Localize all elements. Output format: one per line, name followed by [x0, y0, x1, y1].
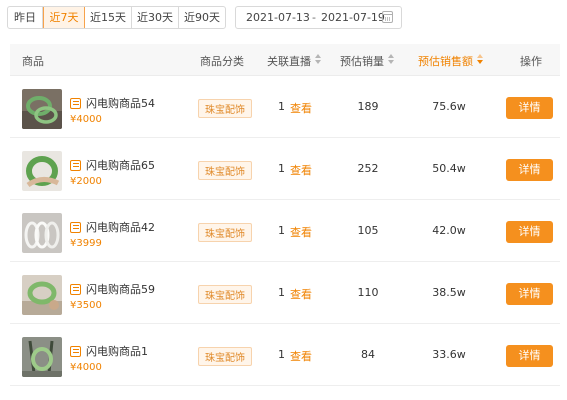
range-15days-button[interactable]: 近15天	[85, 7, 132, 28]
product-name[interactable]: 闪电购商品42	[86, 219, 155, 235]
estimated-sales: 252	[357, 162, 379, 175]
header-category: 商品分类	[200, 55, 244, 68]
estimated-sales: 84	[361, 348, 375, 361]
product-table: 商品 商品分类 关联直播 预估销量 预估销售额 操作 闪电购商品54 ¥4000…	[10, 44, 560, 400]
estimated-sales: 105	[357, 224, 379, 237]
date-range-segmented: 昨日 近7天 近15天 近30天 近90天	[7, 6, 226, 29]
estimated-gmv: 42.0w	[432, 224, 466, 237]
store-icon	[70, 97, 81, 109]
detail-button[interactable]: 详情	[506, 345, 553, 367]
live-count: 1	[278, 100, 285, 113]
table-row: 闪电购商品42 ¥3999 珠宝配饰 1 查看 105 42.0w 详情	[10, 200, 560, 262]
product-name[interactable]: 闪电购商品65	[86, 157, 155, 173]
store-icon	[70, 345, 81, 357]
view-live-link[interactable]: 查看	[290, 348, 312, 364]
product-name[interactable]: 闪电购商品1	[86, 343, 148, 359]
product-name-line: 闪电购商品65	[70, 157, 155, 173]
table-row: 闪电购商品1 ¥4000 珠宝配饰 1 查看 84 33.6w 详情	[10, 324, 560, 386]
view-live-link[interactable]: 查看	[290, 224, 312, 240]
live-count: 1	[278, 224, 285, 237]
estimated-gmv: 38.5w	[432, 286, 466, 299]
product-price: ¥3999	[70, 238, 102, 249]
category-tag: 珠宝配饰	[198, 161, 252, 180]
product-price: ¥4000	[70, 362, 102, 373]
estimated-gmv: 33.6w	[432, 348, 466, 361]
detail-button[interactable]: 详情	[506, 283, 553, 305]
estimated-gmv: 50.4w	[432, 162, 466, 175]
view-live-link[interactable]: 查看	[290, 286, 312, 302]
toolbar: 昨日 近7天 近15天 近30天 近90天 2021-07-13 - 2021-…	[0, 0, 567, 40]
product-name-line: 闪电购商品1	[70, 343, 148, 359]
estimated-sales: 189	[357, 100, 379, 113]
header-live[interactable]: 关联直播	[267, 53, 321, 69]
product-name-line: 闪电购商品59	[70, 281, 155, 297]
range-yesterday-button[interactable]: 昨日	[8, 7, 43, 28]
header-sales[interactable]: 预估销量	[340, 53, 394, 69]
table-row: 闪电购商品65 ¥2000 珠宝配饰 1 查看 252 50.4w 详情	[10, 138, 560, 200]
product-thumbnail[interactable]	[22, 213, 62, 253]
date-range-picker[interactable]: 2021-07-13 - 2021-07-19	[235, 6, 402, 29]
product-thumbnail[interactable]	[22, 396, 62, 400]
date-start: 2021-07-13	[246, 11, 310, 24]
product-thumbnail[interactable]	[22, 151, 62, 191]
table-header: 商品 商品分类 关联直播 预估销量 预估销售额 操作	[10, 44, 560, 76]
calendar-icon	[382, 11, 393, 23]
header-product: 商品	[22, 55, 44, 68]
product-thumbnail[interactable]	[22, 337, 62, 377]
view-live-link[interactable]: 查看	[290, 162, 312, 178]
date-separator: -	[312, 11, 316, 24]
detail-button[interactable]: 详情	[506, 221, 553, 243]
estimated-gmv: 75.6w	[432, 100, 466, 113]
detail-button[interactable]: 详情	[506, 97, 553, 119]
category-tag: 珠宝配饰	[198, 99, 252, 118]
range-30days-button[interactable]: 近30天	[132, 7, 179, 28]
product-name-line: 闪电购商品42	[70, 219, 155, 235]
product-name-line: 闪电购商品54	[70, 95, 155, 111]
category-tag: 珠宝配饰	[198, 347, 252, 366]
product-name[interactable]: 闪电购商品54	[86, 95, 155, 111]
table-row: 闪电购商品59 ¥3500 珠宝配饰 1 查看 110 38.5w 详情	[10, 262, 560, 324]
header-gmv[interactable]: 预估销售额	[418, 53, 483, 69]
header-action: 操作	[520, 55, 542, 68]
detail-button[interactable]: 详情	[506, 159, 553, 181]
product-price: ¥4000	[70, 114, 102, 125]
table-row: 闪电购商品54 ¥4000 珠宝配饰 1 查看 189 75.6w 详情	[10, 76, 560, 138]
store-icon	[70, 159, 81, 171]
product-name[interactable]: 闪电购商品59	[86, 281, 155, 297]
store-icon	[70, 283, 81, 295]
range-90days-button[interactable]: 近90天	[179, 7, 225, 28]
live-count: 1	[278, 162, 285, 175]
table-row-partial	[10, 386, 560, 400]
live-count: 1	[278, 286, 285, 299]
category-tag: 珠宝配饰	[198, 285, 252, 304]
estimated-sales: 110	[357, 286, 379, 299]
product-thumbnail[interactable]	[22, 275, 62, 315]
store-icon	[70, 221, 81, 233]
range-7days-button[interactable]: 近7天	[43, 7, 85, 28]
product-thumbnail[interactable]	[22, 89, 62, 129]
date-end: 2021-07-19	[321, 11, 385, 24]
view-live-link[interactable]: 查看	[290, 100, 312, 116]
product-price: ¥3500	[70, 300, 102, 311]
live-count: 1	[278, 348, 285, 361]
product-price: ¥2000	[70, 176, 102, 187]
category-tag: 珠宝配饰	[198, 223, 252, 242]
